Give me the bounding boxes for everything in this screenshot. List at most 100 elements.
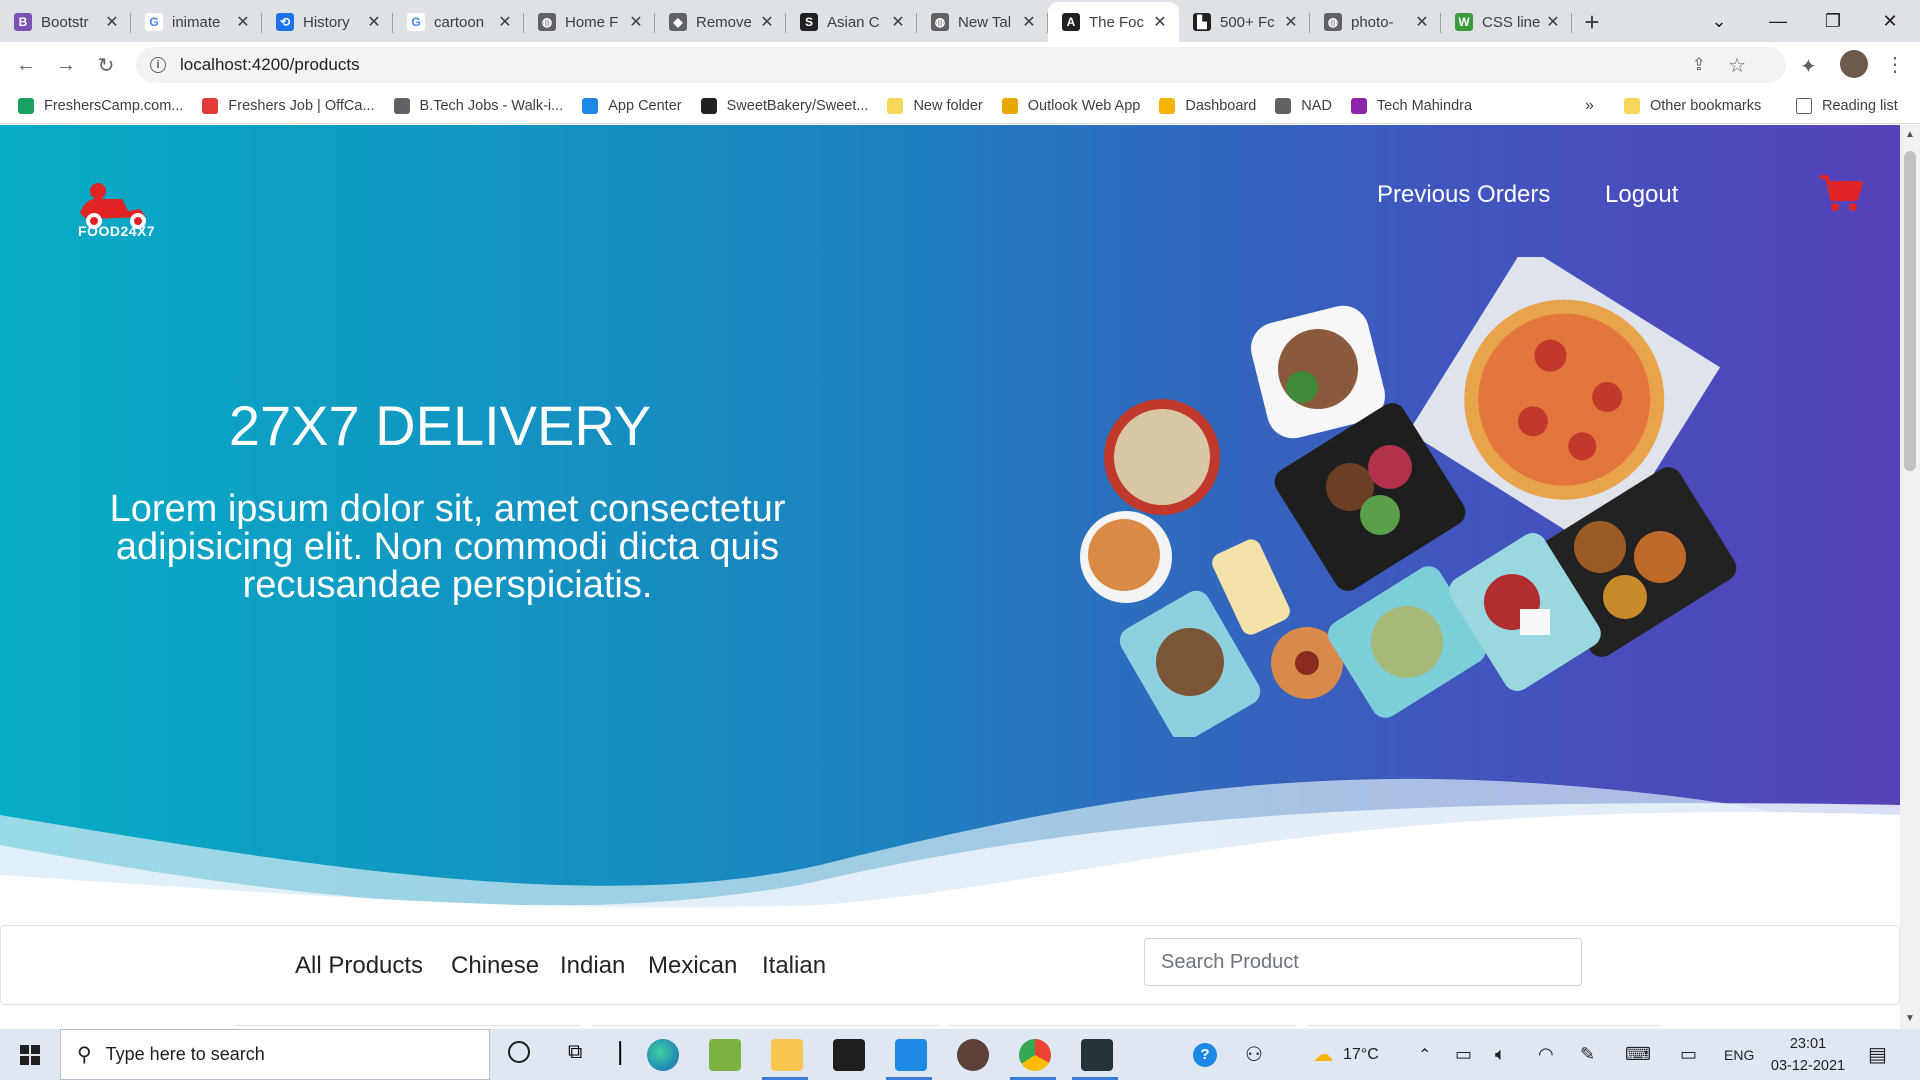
forward-button[interactable]: → [46,45,86,85]
notifications-icon[interactable]: ▤ [1868,1029,1887,1080]
previous-orders-link[interactable]: Previous Orders [1377,181,1550,209]
site-info-icon[interactable]: i [150,57,166,73]
category-link[interactable]: Mexican [648,952,737,980]
logout-link[interactable]: Logout [1605,181,1678,209]
new-tab-button[interactable]: + [1572,4,1612,40]
reload-button[interactable]: ↻ [86,45,126,85]
bookmark-item[interactable]: App Center [582,97,682,114]
back-button[interactable]: ← [6,45,46,85]
app-icon[interactable] [957,1039,989,1071]
reading-list[interactable]: Reading list [1796,97,1898,114]
taskbar-search-box[interactable]: ⚲ Type here to search [60,1029,490,1080]
tab-close-icon[interactable]: ✕ [758,12,776,32]
battery-icon[interactable]: ▭ [1455,1029,1472,1080]
bookmark-item[interactable]: Tech Mahindra [1350,97,1472,114]
browser-tab[interactable]: ◍ photo- ✕ [1310,4,1441,40]
search-product-input[interactable] [1144,938,1582,986]
help-icon[interactable]: ? [1193,1029,1217,1080]
tab-close-icon[interactable]: ✕ [365,12,383,32]
page-viewport: FOOD24X7 Previous Orders Logout 27X7 DEL… [0,125,1900,1029]
file-explorer-icon[interactable] [771,1039,803,1071]
bookmark-item[interactable]: SweetBakery/Sweet... [700,97,868,114]
tab-list: B Bootstr ✕ Ginimate ✕ ⟲ History ✕ Gcartoon ✕ ◍ Hom… [0,2,1572,42]
browser-tab[interactable]: ◆ Remove ✕ [655,4,786,40]
tab-close-icon[interactable]: ✕ [1151,12,1169,32]
tab-close-icon[interactable]: ✕ [627,12,645,32]
url-text[interactable]: localhost:4200/products [180,55,360,75]
logo-text[interactable]: FOOD24X7 [78,223,155,239]
paint-icon[interactable] [709,1039,741,1071]
browser-tab[interactable]: ▙ 500+ Fc ✕ [1179,4,1310,40]
scroll-down-icon[interactable]: ▼ [1905,1013,1915,1024]
browser-tab[interactable]: ◍ New Tal ✕ [917,4,1048,40]
tab-close-icon[interactable]: ✕ [496,12,514,32]
browser-tab[interactable]: ◍ Home F ✕ [524,4,655,40]
scrollbar-thumb[interactable] [1904,151,1916,471]
bookmark-favicon-icon [393,97,410,114]
other-bookmarks[interactable]: Other bookmarks [1624,97,1761,114]
bookmark-item[interactable]: Outlook Web App [1001,97,1140,114]
mysql-icon[interactable] [1081,1039,1113,1071]
chrome-icon[interactable] [1019,1039,1051,1071]
restore-button[interactable]: ❐ [1808,0,1858,42]
category-link[interactable]: Indian [560,952,625,980]
profile-avatar[interactable] [1840,50,1868,78]
browser-tab[interactable]: ⟲ History ✕ [262,4,393,40]
bookmark-item[interactable]: B.Tech Jobs - Walk-i... [393,97,563,114]
extensions-icon[interactable]: ✦ [1800,54,1817,79]
taskbar-clock[interactable]: 23:01 03-12-2021 [1758,1033,1858,1077]
tab-close-icon[interactable]: ✕ [889,12,907,32]
keyboard-icon[interactable]: ⌨ [1625,1029,1651,1080]
tab-close-icon[interactable]: ✕ [234,12,252,32]
menu-icon[interactable]: ⋮ [1885,52,1905,77]
close-window-button[interactable]: ✕ [1865,0,1915,42]
tab-close-icon[interactable]: ✕ [1020,12,1038,32]
show-hidden-icons[interactable]: ⌃ [1418,1029,1431,1080]
bookmark-item[interactable]: New folder [887,97,983,114]
category-link[interactable]: Italian [762,952,826,980]
browser-tab[interactable]: S Asian C ✕ [786,4,917,40]
browser-tab[interactable]: Gcartoon ✕ [393,4,524,40]
pen-icon[interactable]: ✎ [1580,1029,1595,1080]
bookmark-item[interactable]: FreshersCamp.com... [18,97,183,114]
bookmarks-overflow-button[interactable]: » [1585,97,1594,115]
cart-icon[interactable] [1818,173,1864,213]
language-indicator[interactable]: ENG [1724,1029,1754,1080]
food-dishes-image [1080,257,1737,737]
browser-tab[interactable]: W CSS line ✕ [1441,4,1572,40]
task-view-icon[interactable]: ⧉ [568,1041,582,1064]
browser-tab[interactable]: B Bootstr ✕ [0,4,131,40]
browser-tab[interactable]: Ginimate ✕ [131,4,262,40]
bookmark-favicon-icon [202,97,219,114]
edge-icon[interactable] [647,1039,679,1071]
tab-search-icon[interactable]: ⌄ [1694,0,1744,42]
share-icon[interactable]: ⇪ [1692,55,1706,75]
page-scrollbar[interactable]: ▲ ▼ [1900,125,1920,1029]
terminal-icon[interactable] [833,1039,865,1071]
weather-widget[interactable]: ☁ 17°C [1313,1029,1379,1080]
bookmark-item[interactable]: NAD [1275,97,1332,114]
bookmark-star-icon[interactable]: ☆ [1728,53,1746,78]
clock-date: 03-12-2021 [1770,1058,1846,1074]
tab-favicon-icon: ◆ [669,13,687,31]
browser-tab[interactable]: A The Foc ✕ [1048,2,1179,42]
bookmark-item[interactable]: Freshers Job | OffCa... [202,97,375,114]
scroll-up-icon[interactable]: ▲ [1905,129,1915,140]
network-icon[interactable]: ◠ [1538,1029,1554,1080]
display-icon[interactable]: ▭ [1680,1029,1697,1080]
tab-close-icon[interactable]: ✕ [1413,12,1431,32]
tab-close-icon[interactable]: ✕ [1544,12,1562,32]
windows-start-icon[interactable] [20,1045,40,1065]
people-icon[interactable]: ⚇ [1245,1029,1263,1080]
minimize-button[interactable]: — [1753,0,1803,42]
cortana-icon[interactable] [508,1041,530,1063]
tab-close-icon[interactable]: ✕ [1282,12,1300,32]
taskbar-divider-icon: ⎮ [615,1043,626,1065]
tab-close-icon[interactable]: ✕ [103,12,121,32]
category-link[interactable]: Chinese [451,952,539,980]
address-bar[interactable]: i localhost:4200/products ⇪ ☆ [136,47,1786,83]
bookmark-item[interactable]: Dashboard [1159,97,1256,114]
vscode-icon[interactable] [895,1039,927,1071]
volume-icon[interactable]: 🔈︎ [1495,1029,1506,1080]
category-link[interactable]: All Products [295,952,423,980]
